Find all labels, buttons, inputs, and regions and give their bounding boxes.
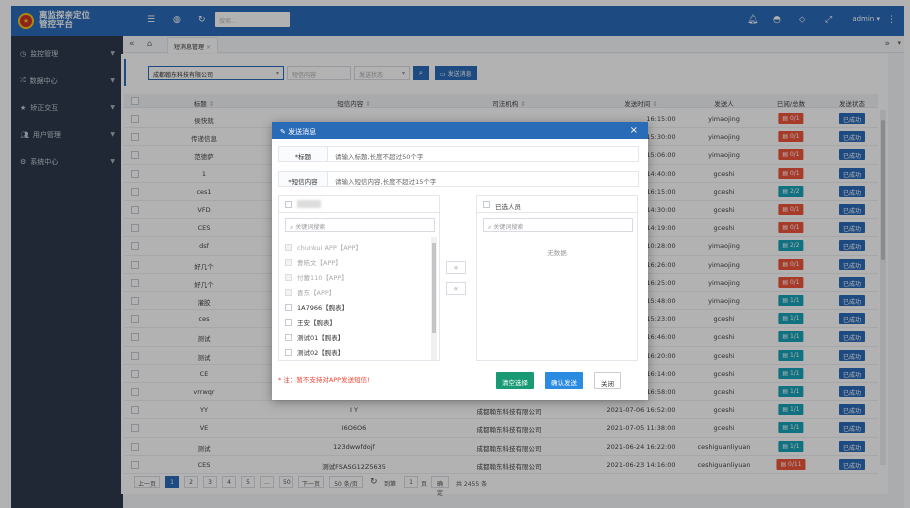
candidate-search-input[interactable]: ⌕ 关键词搜索 <box>285 218 435 232</box>
candidate-panel: ⌕ 关键词搜索 chunkui APP【APP】 曹皓文【APP】 付蕾110【AP… <box>278 195 440 361</box>
close-icon[interactable]: × <box>630 125 638 136</box>
candidate-checkbox[interactable] <box>285 334 292 341</box>
candidate-checkbox[interactable] <box>285 319 292 326</box>
close-button[interactable]: 关闭 <box>594 372 621 389</box>
candidate-scrollbar[interactable] <box>431 237 437 360</box>
move-left-button[interactable]: « <box>446 282 466 295</box>
search-icon: ⌕ <box>488 224 492 231</box>
candidate-item: 付蕾110【APP】 <box>285 272 348 286</box>
candidate-item[interactable]: 测试01【腕表】 <box>285 332 344 346</box>
content-input[interactable]: 请输入短信内容,长度不超过15个字 <box>335 176 436 186</box>
candidate-checkbox[interactable] <box>285 304 292 311</box>
candidate-select-all-checkbox[interactable] <box>285 201 292 208</box>
candidate-checkbox[interactable] <box>285 349 292 356</box>
candidate-checkbox <box>285 274 292 281</box>
candidate-item: 曹皓文【APP】 <box>285 257 342 271</box>
dialog-header: ✎ 发送消息 × <box>272 122 648 139</box>
edit-icon: ✎ <box>280 128 286 136</box>
search-icon: ⌕ <box>290 224 294 231</box>
candidate-item: 喜东【APP】 <box>285 287 335 301</box>
candidate-item[interactable]: 王安【腕表】 <box>285 317 336 331</box>
content-field-row: *短信内容 请输入短信内容,长度不超过15个字 <box>278 171 639 187</box>
candidate-item[interactable]: 测试02【腕表】 <box>285 347 344 361</box>
candidate-checkbox <box>285 259 292 266</box>
candidate-checkbox <box>285 289 292 296</box>
title-input[interactable]: 请输入标题,长度不超过50个字 <box>335 151 423 161</box>
candidate-item[interactable]: 1A7966【腕表】 <box>285 302 348 316</box>
candidate-item: chunkui APP【APP】 <box>285 242 362 256</box>
title-field-row: *标题 请输入标题,长度不超过50个字 <box>278 146 639 162</box>
blurred-group-name <box>297 200 321 208</box>
selected-panel: 已选人员 ⌕ 关键词搜索 无数据 <box>476 195 638 361</box>
content-label: *短信内容 <box>279 172 328 186</box>
selected-select-all-checkbox[interactable] <box>483 201 490 208</box>
selected-panel-title: 已选人员 <box>495 203 521 211</box>
no-data-text: 无数据 <box>547 249 567 257</box>
send-message-dialog: ✎ 发送消息 × *标题 请输入标题,长度不超过50个字 *短信内容 请输入短信… <box>272 122 648 400</box>
dialog-title: 发送消息 <box>288 128 317 136</box>
selected-search-input[interactable]: ⌕ 关键词搜索 <box>483 218 633 232</box>
candidate-checkbox <box>285 244 292 251</box>
title-label: *标题 <box>279 147 328 161</box>
confirm-send-button[interactable]: 确认发送 <box>545 372 583 389</box>
notice-text: * 注：暂不支持对APP发送短信! <box>278 376 370 384</box>
move-right-button[interactable]: » <box>446 261 466 274</box>
clear-selection-button[interactable]: 清空选择 <box>496 372 534 389</box>
